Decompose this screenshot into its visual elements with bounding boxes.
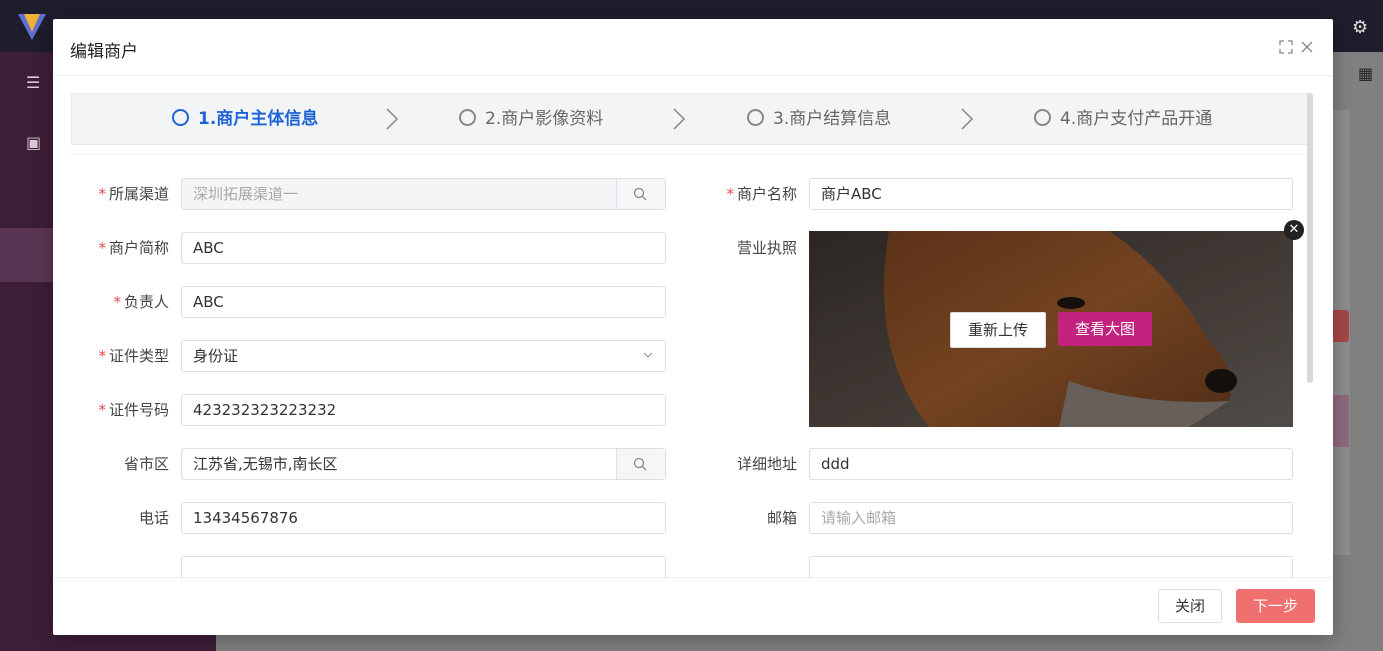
- next-field-right[interactable]: [809, 556, 1293, 579]
- id-type-value: 身份证: [193, 347, 239, 365]
- view-large-button[interactable]: 查看大图: [1058, 312, 1152, 346]
- chevron-right-icon: [961, 108, 974, 130]
- settings-icon[interactable]: ⚙: [1352, 18, 1372, 38]
- region-label: 省市区: [123, 455, 169, 473]
- close-icon[interactable]: [1299, 40, 1315, 56]
- dialog-footer: 关闭 下一步: [53, 577, 1333, 636]
- step-4[interactable]: 4.商户支付产品开通: [1034, 94, 1212, 144]
- id-number-value: 423232323223232: [193, 401, 337, 419]
- merchant-name-value: 商户ABC: [821, 185, 882, 203]
- channel-search-button[interactable]: [616, 179, 665, 209]
- id-number-label: * 证件号码: [98, 401, 169, 419]
- region-search-button[interactable]: [616, 449, 665, 479]
- dialog-scrollbar[interactable]: [1307, 93, 1313, 383]
- phone-field[interactable]: 13434567876: [181, 502, 666, 534]
- id-type-label: * 证件类型: [98, 347, 169, 365]
- next-step-button[interactable]: 下一步: [1236, 589, 1315, 623]
- dialog-title: 编辑商户: [70, 42, 138, 62]
- email-label: 邮箱: [766, 509, 797, 527]
- step-circle-icon: [459, 109, 476, 126]
- next-field-left[interactable]: [181, 556, 666, 579]
- merchant-name-label: * 商户名称: [726, 185, 797, 203]
- address-label: 详细地址: [736, 455, 797, 473]
- sliders-icon: ☰: [26, 73, 41, 92]
- short-name-value: ABC: [193, 239, 224, 257]
- step-2[interactable]: 2.商户影像资料: [459, 94, 603, 144]
- edit-merchant-dialog: 编辑商户 1.商户主体信息 2.商户影像资料 3.商户结算信息 4.商户支付产品…: [53, 19, 1333, 635]
- owner-value: ABC: [193, 293, 224, 311]
- email-placeholder: 请输入邮箱: [821, 509, 897, 527]
- channel-label: * 所属渠道: [98, 185, 169, 203]
- grid-icon[interactable]: ▦: [1358, 64, 1378, 84]
- channel-field[interactable]: 深圳拓展渠道一: [181, 178, 666, 210]
- phone-label: 电话: [138, 509, 169, 527]
- owner-label: * 负责人: [113, 293, 169, 311]
- step-bar: 1.商户主体信息 2.商户影像资料 3.商户结算信息 4.商户支付产品开通: [71, 93, 1309, 145]
- owner-field[interactable]: ABC: [181, 286, 666, 318]
- merchant-form: * 所属渠道 深圳拓展渠道一 * 商户名称 商户ABC * 商户简称 ABC 营业执照: [71, 154, 1307, 579]
- short-name-field[interactable]: ABC: [181, 232, 666, 264]
- step-2-label: 2.商户影像资料: [485, 109, 604, 129]
- step-3[interactable]: 3.商户结算信息: [747, 94, 891, 144]
- email-field[interactable]: 请输入邮箱: [809, 502, 1293, 534]
- briefcase-icon: ▣: [26, 133, 42, 152]
- reupload-button[interactable]: 重新上传: [950, 312, 1046, 348]
- close-button[interactable]: 关闭: [1158, 589, 1222, 623]
- phone-value: 13434567876: [193, 509, 298, 527]
- region-field[interactable]: 江苏省,无锡市,南长区: [181, 448, 666, 480]
- business-license-image: [809, 231, 1293, 427]
- remove-image-button[interactable]: ✕: [1284, 220, 1304, 240]
- chevron-down-icon: [643, 352, 653, 358]
- address-field[interactable]: ddd: [809, 448, 1293, 480]
- fox-photo: [809, 231, 1293, 427]
- channel-value: 深圳拓展渠道一: [193, 185, 299, 203]
- step-1-label: 1.商户主体信息: [198, 109, 319, 129]
- id-type-select[interactable]: 身份证: [181, 340, 666, 372]
- short-name-label: * 商户简称: [98, 239, 169, 257]
- step-4-label: 4.商户支付产品开通: [1060, 109, 1213, 129]
- dialog-header: 编辑商户: [53, 19, 1333, 76]
- address-value: ddd: [821, 455, 850, 473]
- step-1[interactable]: 1.商户主体信息: [172, 94, 318, 144]
- fullscreen-icon[interactable]: [1278, 40, 1294, 56]
- business-license-label: 营业执照: [736, 239, 797, 257]
- step-3-label: 3.商户结算信息: [773, 109, 892, 129]
- id-number-field[interactable]: 423232323223232: [181, 394, 666, 426]
- region-value: 江苏省,无锡市,南长区: [193, 455, 338, 473]
- search-icon: [633, 187, 647, 201]
- step-circle-icon: [747, 109, 764, 126]
- chevron-right-icon: [386, 108, 399, 130]
- step-circle-icon: [1034, 109, 1051, 126]
- merchant-name-field[interactable]: 商户ABC: [809, 178, 1293, 210]
- step-circle-icon: [172, 109, 189, 126]
- chevron-right-icon: [673, 108, 686, 130]
- search-icon: [633, 457, 647, 471]
- app-logo-icon: [18, 14, 46, 40]
